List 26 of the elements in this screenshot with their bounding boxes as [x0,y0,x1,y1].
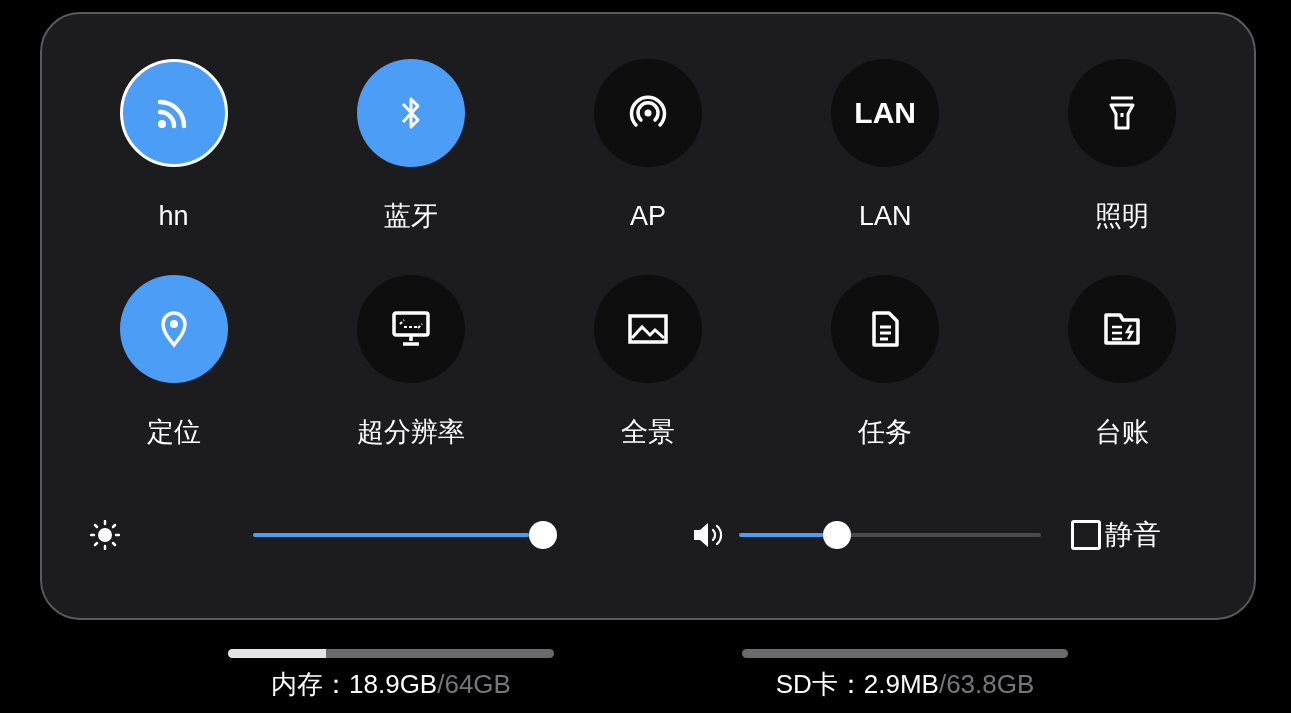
mute-checkbox[interactable] [1071,520,1101,550]
toggle-label: 任务 [858,416,913,449]
lan-icon: LAN [854,98,916,128]
toggle-label: 照明 [1095,200,1150,233]
brightness-slider[interactable] [253,520,557,550]
storage-text: 内存：18.9GB/64GB [271,668,511,700]
toggle-label: hn [158,200,189,233]
brightness-icon [90,520,120,550]
storage-text: SD卡：2.9MB/63.8GB [775,668,1035,700]
toggle-label: 定位 [146,416,201,449]
landscape-icon [628,313,668,345]
toggle-label: LAN [858,200,912,233]
toggle-label: 台账 [1095,416,1150,449]
slider-thumb[interactable] [822,521,851,549]
location-pin-icon [159,310,188,348]
mute-label: 静音 [1105,521,1161,549]
ledger-icon [1103,312,1142,346]
toggle-label: 蓝牙 [383,200,438,233]
monitor-icon [391,311,430,347]
toggle-button[interactable]: LAN [831,59,940,167]
slider-thumb[interactable] [529,521,557,549]
toggle-label: AP [629,200,666,233]
toggle-label: 超分辨率 [356,416,465,449]
toggle-label: 全景 [621,416,675,449]
document-icon [870,310,901,348]
flashlight-icon [1109,95,1136,131]
